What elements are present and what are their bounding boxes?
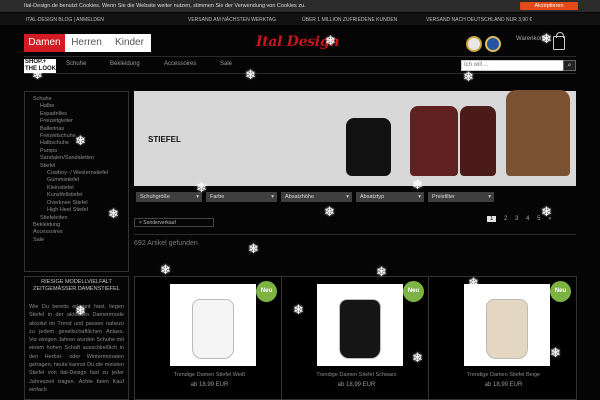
tab-kinder[interactable]: Kinder: [108, 34, 151, 52]
boot-shape: [486, 299, 528, 359]
snowflake-icon: ❄: [196, 180, 207, 195]
product-price: ab 18,99 EUR: [337, 382, 376, 388]
delivery-info: VERSAND NACH DEUTSCHLAND NUR 3,90 €: [426, 17, 533, 23]
cat-kleinstiefel[interactable]: Kleinstiefel: [33, 185, 128, 192]
boot-image-bordeaux-2: [460, 106, 496, 176]
snowflake-icon: ❄: [108, 206, 119, 221]
quality-seal-icon[interactable]: [485, 36, 501, 52]
boot-image-bordeaux: [410, 106, 458, 176]
page-1[interactable]: 1: [487, 216, 497, 222]
snowflake-icon: ❄: [412, 350, 423, 365]
cat-stiefel[interactable]: Stiefel: [33, 163, 128, 170]
gender-tabs: Damen Herren Kinder: [24, 34, 151, 52]
boot-image-brown: [506, 90, 570, 176]
active-filter-tag[interactable]: × Sonderverkauf: [134, 218, 214, 227]
seo-text-box: RIESIGE MODELLVIELFALT ZEITGEMÄSSER DAME…: [24, 276, 129, 400]
divider: [134, 234, 576, 235]
cat-pumps[interactable]: Pumps: [33, 148, 128, 155]
tab-herren[interactable]: Herren: [65, 34, 108, 52]
snowflake-icon: ❄: [463, 69, 474, 84]
filter-heel-height[interactable]: Absatzhöhe: [281, 192, 352, 202]
cat-halbe[interactable]: Halbe: [33, 103, 128, 110]
cat-accessoires[interactable]: Accessoires: [33, 229, 128, 236]
customer-info: ÜBER 1 MILLION ZUFRIEDENE KUNDEN: [302, 17, 398, 23]
product-card[interactable]: Neu Trendige Damen Stiefel Beige ab 18,9…: [428, 276, 577, 400]
new-badge: Neu: [403, 281, 424, 302]
snowflake-icon: ❄: [245, 67, 256, 82]
snowflake-icon: ❄: [75, 133, 86, 148]
cat-sale[interactable]: Sale: [33, 237, 128, 244]
cart-icon[interactable]: [553, 32, 565, 50]
cat-ballerinas[interactable]: Ballerinas: [33, 126, 128, 133]
top-info-bar: ITAL-DESIGN BLOG | ANMELDEN VERSAND AM N…: [0, 13, 600, 25]
cookie-banner: Ital-Design.de benutzt Cookies. Wenn Sie…: [0, 0, 600, 12]
category-sidebar: Schuhe Halbe Espadrilles Freizeitgleiter…: [24, 91, 129, 272]
snowflake-icon: ❄: [293, 302, 304, 317]
cat-cowboy-stiefel[interactable]: Cowboy- / Westernstiefel: [33, 170, 128, 177]
snowflake-icon: ❄: [248, 241, 259, 256]
nav-accessoires[interactable]: Accessoires: [164, 61, 196, 67]
snowflake-icon: ❄: [75, 303, 86, 318]
cat-espadrilles[interactable]: Espadrilles: [33, 111, 128, 118]
search-icon[interactable]: ⌕: [563, 60, 576, 71]
shipping-info: VERSAND AM NÄCHSTEN WERKTAG: [188, 17, 276, 23]
result-count: 692 Artikel gefunden: [134, 240, 198, 247]
snowflake-icon: ❄: [412, 177, 423, 192]
product-price: ab 18,99 EUR: [484, 382, 523, 388]
new-badge: Neu: [256, 281, 277, 302]
new-badge: Neu: [550, 281, 571, 302]
search-input[interactable]: Ich will ...: [461, 60, 576, 71]
page-2[interactable]: 2: [504, 216, 507, 222]
snowflake-icon: ❄: [376, 264, 387, 279]
product-card[interactable]: Neu Trendige Damen Stiefel Schwarz ab 18…: [281, 276, 430, 400]
hero-title: STIEFEL: [148, 135, 181, 144]
filter-color[interactable]: Farbe: [206, 192, 277, 202]
snowflake-icon: ❄: [324, 204, 335, 219]
snowflake-icon: ❄: [550, 345, 561, 360]
snowflake-icon: ❄: [541, 204, 552, 219]
cat-schuhe[interactable]: Schuhe: [33, 96, 128, 103]
snowflake-icon: ❄: [325, 33, 336, 48]
boot-shape: [192, 299, 234, 359]
cat-kunstfellstiefel[interactable]: Kunstfellstiefel: [33, 192, 128, 199]
page-4[interactable]: 4: [526, 216, 529, 222]
page-3[interactable]: 3: [515, 216, 518, 222]
snowflake-icon: ❄: [160, 262, 171, 277]
snowflake-icon: ❄: [541, 31, 552, 46]
cat-bekleidung[interactable]: Bekleidung: [33, 222, 128, 229]
cat-freizeitgleiter[interactable]: Freizeitgleiter: [33, 118, 128, 125]
category-hero-banner: STIEFEL: [134, 90, 576, 186]
product-name[interactable]: Trendige Damen Stiefel Weiß: [135, 372, 284, 379]
product-price: ab 18,99 EUR: [190, 382, 229, 388]
boot-shape: [339, 299, 381, 359]
product-card[interactable]: Neu Trendige Damen Stiefel Weiß ab 18,99…: [134, 276, 283, 400]
tab-damen[interactable]: Damen: [24, 34, 65, 52]
product-name[interactable]: Trendige Damen Stiefel Beige: [429, 372, 578, 379]
cookie-text: Ital-Design.de benutzt Cookies. Wenn Sie…: [24, 3, 306, 9]
nav-bekleidung[interactable]: Bekleidung: [110, 61, 140, 67]
boot-image-black: [346, 118, 391, 176]
snowflake-icon: ❄: [32, 67, 43, 82]
promo-title: RIESIGE MODELLVIELFALT ZEITGEMÄSSER DAME…: [33, 279, 120, 292]
page-5[interactable]: 5: [537, 216, 540, 222]
trusted-shop-badge-icon[interactable]: [466, 36, 482, 52]
accept-cookies-button[interactable]: Akzeptieren: [520, 2, 578, 10]
cat-gummistiefel[interactable]: Gummistiefel: [33, 177, 128, 184]
nav-schuhe[interactable]: Schuhe: [66, 61, 86, 67]
snowflake-icon: ❄: [468, 275, 479, 290]
product-name[interactable]: Trendige Damen Stiefel Schwarz: [282, 372, 431, 379]
filter-heel-type[interactable]: Absatztyp: [356, 192, 424, 202]
filter-size[interactable]: Schuhgröße: [136, 192, 202, 202]
filter-price[interactable]: Preisfilter: [428, 192, 494, 202]
blog-login-link[interactable]: ITAL-DESIGN BLOG | ANMELDEN: [26, 17, 104, 23]
nav-sale[interactable]: Sale: [220, 61, 232, 67]
cat-sandalen[interactable]: Sandalen/Sandaletten: [33, 155, 128, 162]
